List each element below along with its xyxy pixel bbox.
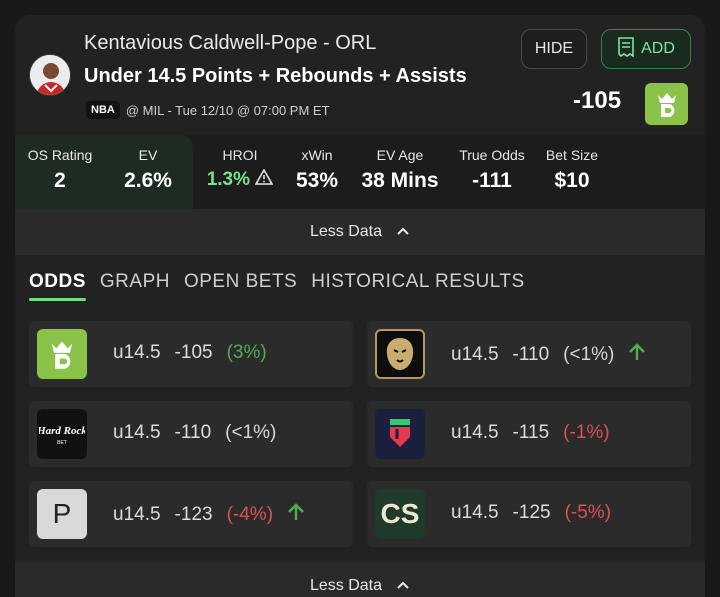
odds-line: u14.5 -110 (<1%) [451,342,646,368]
price-value: -110 [174,422,212,443]
game-info: NBA @ MIL - Tue 12/10 @ 07:00 PM ET [86,101,330,119]
line-value: u14.5 [113,504,161,525]
odds-row-cs[interactable]: CS u14.5 -125 (-5%) [367,481,691,547]
hroi-value: 1.3% [206,169,251,190]
os-rating-value: 2 [54,169,66,192]
cs-book-letters: CS [380,498,420,529]
bet-size-label: Bet Size [545,147,599,163]
fliff-logo-icon [375,409,425,459]
odds-line: u14.5 -105 (3%) [113,342,267,364]
ev-age-value: 38 Mins [361,169,439,192]
odds-row-draftkings[interactable]: u14.5 -105 (3%) [29,321,353,387]
xwin-label: xWin [301,147,333,163]
stat-hroi: HROI 1.3% [201,147,279,191]
odds-line: u14.5 -123 (-4%) [113,502,305,528]
ev-value: (-1%) [563,422,610,443]
true-odds-value: -111 [472,169,512,192]
stat-ev-age: EV Age 38 Mins [355,147,445,193]
player-avatar [29,54,71,96]
cs-book-logo-icon: CS [375,489,425,539]
tab-bar: ODDS GRAPH OPEN BETS HISTORICAL RESULTS [29,271,525,301]
ev-value: (-4%) [226,504,274,525]
chevron-up-icon [396,577,410,595]
svg-text:BET: BET [57,440,67,446]
draftkings-logo-icon [645,83,688,125]
stat-os-rating: OS Rating 2 [27,147,93,193]
add-label: ADD [641,40,675,57]
prop-title: Under 14.5 Points + Rebounds + Assists [84,65,467,87]
xwin-value: 53% [295,169,339,192]
ev-age-label: EV Age [376,147,424,163]
odds-line: u14.5 -115 (-1%) [451,422,610,444]
os-rating-label: OS Rating [27,147,93,163]
p-book-letter: P [52,498,72,529]
ev-value: 2.6% [124,169,172,192]
line-value: u14.5 [113,422,161,443]
stat-bet-size: Bet Size $10 [541,147,603,193]
bet-size-value: $10 [554,169,590,192]
game-details: @ MIL - Tue 12/10 @ 07:00 PM ET [125,102,330,118]
tab-historical-results[interactable]: HISTORICAL RESULTS [311,271,524,301]
receipt-icon [617,36,635,62]
arrow-up-icon [628,342,646,368]
less-data-toggle[interactable]: Less Data [15,209,705,255]
price-value: -125 [512,502,551,523]
less-data-label: Less Data [309,577,383,594]
price-value: -110 [512,344,550,365]
ev-value: (<1%) [225,422,277,443]
stat-true-odds: True Odds -111 [455,147,529,193]
odds-row-hard-rock[interactable]: Hard Rock BET u14.5 -110 (<1%) [29,401,353,467]
tab-graph[interactable]: GRAPH [100,271,170,301]
hroi-value-wrap: 1.3% [201,168,279,191]
true-odds-label: True Odds [459,147,525,163]
odds-row-fliff[interactable]: u14.5 -115 (-1%) [367,401,691,467]
stat-ev: EV 2.6% [113,147,183,193]
odds-line: u14.5 -125 (-5%) [451,502,611,524]
line-value: u14.5 [451,422,499,443]
hide-button[interactable]: HIDE [521,29,587,69]
less-data-label: Less Data [309,223,383,240]
svg-text:Hard Rock: Hard Rock [39,425,85,437]
stats-row: OS Rating 2 EV 2.6% HROI 1.3% xWin 53% E… [15,135,705,209]
player-name: Kentavious Caldwell-Pope - ORL [84,32,377,54]
price-value: -123 [174,504,213,525]
league-badge: NBA [86,101,120,119]
ev-label: EV [138,147,158,163]
odds-line: u14.5 -110 (<1%) [113,422,276,444]
betmgm-lion-logo-icon [375,329,425,379]
add-button[interactable]: ADD [601,29,691,69]
price-value: -105 [174,342,213,363]
arrow-up-icon [287,502,305,528]
odds-row-p[interactable]: P u14.5 -123 (-4%) [29,481,353,547]
stat-xwin: xWin 53% [287,147,347,193]
tab-odds[interactable]: ODDS [29,271,86,301]
price-value: -115 [512,422,550,443]
hroi-label: HROI [222,147,258,163]
tab-open-bets[interactable]: OPEN BETS [184,271,297,301]
main-odds: -105 [573,87,622,114]
warning-icon[interactable] [254,168,274,190]
chevron-up-icon [396,223,410,241]
hard-rock-bet-logo-icon: Hard Rock BET [37,409,87,459]
less-data-toggle-bottom[interactable]: Less Data [15,562,705,597]
ev-value: (-5%) [564,502,612,523]
ev-value: (<1%) [563,344,615,365]
line-value: u14.5 [451,502,499,523]
draftkings-logo-icon [37,329,87,379]
bet-card: Kentavious Caldwell-Pope - ORL Under 14.… [15,15,705,597]
line-value: u14.5 [451,344,499,365]
p-book-logo-icon: P [37,489,87,539]
odds-row-betmgm[interactable]: u14.5 -110 (<1%) [367,321,691,387]
ev-value: (3%) [226,342,267,363]
line-value: u14.5 [113,342,161,363]
